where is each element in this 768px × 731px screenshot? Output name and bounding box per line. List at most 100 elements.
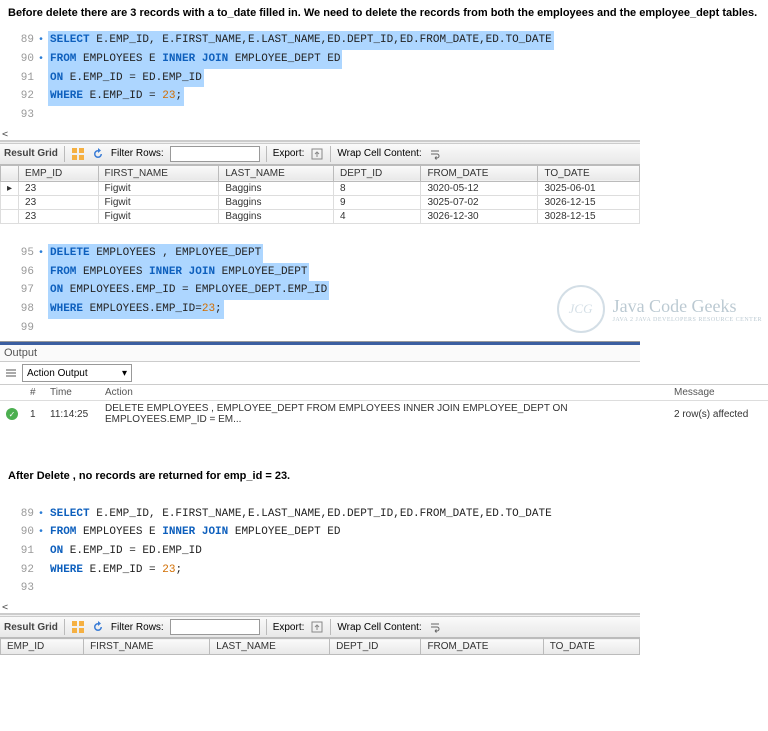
code-line[interactable]: 93 — [12, 106, 628, 125]
cell[interactable]: 23 — [19, 209, 99, 223]
scroll-left-indicator-2[interactable]: < — [0, 602, 640, 614]
code-text[interactable]: ON E.EMP_ID = ED.EMP_ID — [48, 69, 204, 88]
cell[interactable]: 23 — [19, 195, 99, 209]
code-line[interactable]: 89•SELECT E.EMP_ID, E.FIRST_NAME,E.LAST_… — [12, 505, 628, 524]
row-selector[interactable]: ▸ — [1, 181, 19, 195]
table-row[interactable]: 23FigwitBaggins43026-12-303028-12-15 — [1, 209, 640, 223]
code-text[interactable]: WHERE E.EMP_ID = 23; — [48, 561, 184, 580]
code-text[interactable]: ON EMPLOYEES.EMP_ID = EMPLOYEE_DEPT.EMP_… — [48, 281, 329, 300]
grid-view-icon-2[interactable] — [71, 620, 85, 634]
code-line[interactable]: 91ON E.EMP_ID = ED.EMP_ID — [12, 542, 628, 561]
code-line[interactable]: 89•SELECT E.EMP_ID, E.FIRST_NAME,E.LAST_… — [12, 31, 628, 50]
code-text[interactable]: SELECT E.EMP_ID, E.FIRST_NAME,E.LAST_NAM… — [48, 31, 554, 50]
code-line[interactable]: 95•DELETE EMPLOYEES , EMPLOYEE_DEPT — [12, 244, 628, 263]
code-text[interactable]: FROM EMPLOYEES E INNER JOIN EMPLOYEE_DEP… — [48, 523, 342, 542]
output-list-icon[interactable] — [4, 366, 18, 380]
table-row[interactable]: ▸23FigwitBaggins83020-05-123025-06-01 — [1, 181, 640, 195]
column-header[interactable]: EMP_ID — [1, 639, 84, 655]
filter-rows-input-2[interactable] — [170, 619, 260, 635]
wrap-icon-2[interactable] — [428, 620, 442, 634]
breakpoint-dot[interactable]: • — [38, 245, 48, 262]
grid-view-icon[interactable] — [71, 147, 85, 161]
sql-editor-1[interactable]: 89•SELECT E.EMP_ID, E.FIRST_NAME,E.LAST_… — [0, 27, 640, 128]
breakpoint-dot[interactable]: • — [38, 524, 48, 541]
column-header[interactable]: TO_DATE — [538, 165, 640, 181]
output-header: Action — [99, 385, 668, 401]
code-text[interactable]: FROM EMPLOYEES E INNER JOIN EMPLOYEE_DEP… — [48, 50, 342, 69]
cell[interactable]: Baggins — [219, 195, 334, 209]
cell[interactable]: 8 — [334, 181, 421, 195]
result-toolbar-1: Result Grid Filter Rows: Export: Wrap Ce… — [0, 144, 640, 165]
code-line[interactable]: 96FROM EMPLOYEES INNER JOIN EMPLOYEE_DEP… — [12, 263, 628, 282]
output-header: Message — [668, 385, 768, 401]
wrap-icon[interactable] — [428, 147, 442, 161]
table-row[interactable]: 23FigwitBaggins93025-07-023026-12-15 — [1, 195, 640, 209]
sql-editor-3[interactable]: 89•SELECT E.EMP_ID, E.FIRST_NAME,E.LAST_… — [0, 501, 640, 602]
scroll-left-indicator[interactable]: < — [0, 129, 640, 141]
watermark-circle-icon: JCG — [557, 285, 605, 333]
column-header[interactable] — [1, 165, 19, 181]
column-header[interactable]: LAST_NAME — [210, 639, 330, 655]
cell[interactable]: Figwit — [98, 209, 219, 223]
export-label-2: Export: — [273, 622, 305, 633]
cell[interactable]: 4 — [334, 209, 421, 223]
breakpoint-dot[interactable]: • — [38, 32, 48, 49]
column-header[interactable]: FROM_DATE — [421, 639, 543, 655]
row-selector[interactable] — [1, 195, 19, 209]
cell[interactable]: 3028-12-15 — [538, 209, 640, 223]
cell[interactable]: Baggins — [219, 209, 334, 223]
column-header[interactable]: FIRST_NAME — [98, 165, 219, 181]
cell[interactable]: 23 — [19, 181, 99, 195]
column-header[interactable]: DEPT_ID — [330, 639, 421, 655]
cell[interactable]: 3026-12-30 — [421, 209, 538, 223]
row-selector[interactable] — [1, 209, 19, 223]
export-icon[interactable] — [310, 147, 324, 161]
code-line[interactable]: 99 — [12, 319, 628, 338]
breakpoint-dot[interactable]: • — [38, 51, 48, 68]
refresh-icon-2[interactable] — [91, 620, 105, 634]
code-line[interactable]: 98WHERE EMPLOYEES.EMP_ID=23; — [12, 300, 628, 319]
column-header[interactable]: EMP_ID — [19, 165, 99, 181]
output-log-table: #TimeActionMessage ✓ 1 11:14:25 DELETE E… — [0, 385, 768, 427]
column-header[interactable]: FIRST_NAME — [84, 639, 210, 655]
code-line[interactable]: 92WHERE E.EMP_ID = 23; — [12, 87, 628, 106]
code-text[interactable]: ON E.EMP_ID = ED.EMP_ID — [48, 542, 204, 561]
cell[interactable]: 9 — [334, 195, 421, 209]
column-header[interactable]: DEPT_ID — [334, 165, 421, 181]
cell[interactable]: 3020-05-12 — [421, 181, 538, 195]
code-line[interactable]: 97ON EMPLOYEES.EMP_ID = EMPLOYEE_DEPT.EM… — [12, 281, 628, 300]
refresh-icon[interactable] — [91, 147, 105, 161]
code-text[interactable]: WHERE E.EMP_ID = 23; — [48, 87, 184, 106]
result-grid-label: Result Grid — [4, 148, 58, 159]
code-line[interactable]: 93 — [12, 579, 628, 598]
cell[interactable]: 3026-12-15 — [538, 195, 640, 209]
code-line[interactable]: 92WHERE E.EMP_ID = 23; — [12, 561, 628, 580]
filter-rows-input[interactable] — [170, 146, 260, 162]
cell[interactable]: 3025-06-01 — [538, 181, 640, 195]
code-text[interactable]: FROM EMPLOYEES INNER JOIN EMPLOYEE_DEPT — [48, 263, 309, 282]
column-header[interactable]: FROM_DATE — [421, 165, 538, 181]
code-text[interactable]: WHERE EMPLOYEES.EMP_ID=23; — [48, 300, 224, 319]
code-line[interactable]: 90•FROM EMPLOYEES E INNER JOIN EMPLOYEE_… — [12, 523, 628, 542]
success-icon: ✓ — [6, 408, 18, 420]
code-text[interactable]: SELECT E.EMP_ID, E.FIRST_NAME,E.LAST_NAM… — [48, 505, 554, 524]
wrap-label: Wrap Cell Content: — [337, 148, 421, 159]
column-header[interactable]: LAST_NAME — [219, 165, 334, 181]
breakpoint-dot[interactable]: • — [38, 506, 48, 523]
code-text[interactable]: DELETE EMPLOYEES , EMPLOYEE_DEPT — [48, 244, 263, 263]
cell[interactable]: 3025-07-02 — [421, 195, 538, 209]
result-table-1[interactable]: EMP_IDFIRST_NAMELAST_NAMEDEPT_IDFROM_DAT… — [0, 165, 640, 224]
result-table-2[interactable]: EMP_IDFIRST_NAMELAST_NAMEDEPT_IDFROM_DAT… — [0, 638, 640, 655]
code-line[interactable]: 91ON E.EMP_ID = ED.EMP_ID — [12, 69, 628, 88]
export-icon-2[interactable] — [310, 620, 324, 634]
filter-rows-label: Filter Rows: — [111, 148, 164, 159]
cell[interactable]: Figwit — [98, 181, 219, 195]
cell[interactable]: Baggins — [219, 181, 334, 195]
action-output-dropdown[interactable]: Action Output ▾ — [22, 364, 132, 382]
cell[interactable]: Figwit — [98, 195, 219, 209]
section1-description: Before delete there are 3 records with a… — [0, 0, 768, 27]
output-row[interactable]: ✓ 1 11:14:25 DELETE EMPLOYEES , EMPLOYEE… — [0, 401, 768, 428]
sql-editor-2[interactable]: 95•DELETE EMPLOYEES , EMPLOYEE_DEPT96FRO… — [0, 240, 640, 341]
code-line[interactable]: 90•FROM EMPLOYEES E INNER JOIN EMPLOYEE_… — [12, 50, 628, 69]
column-header[interactable]: TO_DATE — [543, 639, 639, 655]
